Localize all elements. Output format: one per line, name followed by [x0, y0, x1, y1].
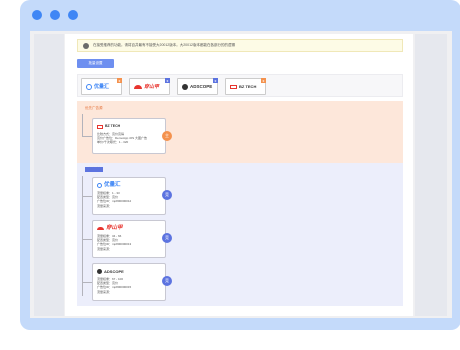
node-name: BZ TECH: [105, 124, 121, 128]
maximize-dot-icon[interactable]: [68, 10, 78, 20]
platform-card-bztech[interactable]: BZ TECH 0: [225, 78, 266, 95]
tree-connector: [82, 282, 92, 283]
platform-card-chuanshanjia[interactable]: 穿山甲 0: [129, 78, 170, 95]
youlianghui-logo-icon: [97, 183, 102, 188]
info-icon: [83, 42, 89, 49]
node-detail: 流量来源：: [97, 203, 113, 208]
platform-card-adscope[interactable]: ADSCOPE 0: [177, 78, 218, 95]
tree-connector: [82, 136, 92, 137]
bidding-status-badge[interactable]: 竞: [162, 233, 172, 243]
node-name: ADSCOPE: [104, 269, 124, 274]
node-detail: 单价/千次曝光：1 - 320: [97, 140, 129, 145]
node-name: 穿山甲: [106, 225, 123, 231]
right-gutter: [415, 34, 447, 316]
ad-source-node[interactable]: 优量汇 流量权重：1 - 33 配置类型：竞价 广告位ID：mp80000001…: [92, 177, 166, 215]
platform-name: BZ TECH: [239, 84, 257, 89]
platform-name: 穿山甲: [144, 84, 160, 90]
ad-source-node[interactable]: 穿山甲 流量权重：34 - 66 配置类型：竞价 广告位ID：mp8000000…: [92, 220, 166, 258]
primary-ad-node[interactable]: BZ TECH 比较方式：竞价竞得 竞价广告位：DemoApp iOS 大图广告…: [92, 118, 166, 154]
chuanshanjia-logo-icon: [134, 84, 142, 89]
platform-badge: 0: [165, 78, 170, 83]
bidding-status-badge[interactable]: 竞: [162, 276, 172, 286]
adscope-logo-icon: [97, 269, 102, 274]
batch-set-button[interactable]: 批量设置: [77, 59, 114, 68]
node-detail: 流量来源：: [97, 289, 113, 294]
left-gutter: [34, 34, 64, 316]
tree-connector: [82, 176, 83, 296]
regular-section-title: 常规广告源: [85, 167, 103, 172]
close-dot-icon[interactable]: [32, 10, 42, 20]
platform-card-youlianghui[interactable]: 优量汇 0: [81, 78, 122, 95]
primary-status-badge[interactable]: 主: [162, 131, 172, 141]
node-name: 优量汇: [104, 182, 121, 188]
tree-connector: [82, 239, 92, 240]
tree-connector: [82, 196, 92, 197]
platform-badge: 0: [213, 78, 218, 83]
platform-badge: 0: [261, 78, 266, 83]
platform-name: ADSCOPE: [190, 84, 213, 89]
notice-text: 在接受推荐的功能。请将百井最有不接受大20012版本。大20012版本都能在各部…: [93, 43, 235, 47]
window-controls: [32, 10, 78, 20]
platform-name: 优量汇: [94, 84, 110, 90]
bztech-logo-icon: [97, 124, 103, 129]
ad-source-node[interactable]: ADSCOPE 流量权重：67 - 100 配置类型：竞价 广告位ID：mp80…: [92, 263, 166, 301]
bidding-status-badge[interactable]: 竞: [162, 190, 172, 200]
tree-connector: [82, 114, 83, 137]
adscope-logo-icon: [182, 83, 188, 90]
chuanshanjia-logo-icon: [97, 226, 104, 231]
info-notice: 在接受推荐的功能。请将百井最有不接受大20012版本。大20012版本都能在各部…: [77, 39, 403, 52]
platform-badge: 0: [117, 78, 122, 83]
node-detail: 流量来源：: [97, 246, 113, 251]
minimize-dot-icon[interactable]: [50, 10, 60, 20]
youlianghui-logo-icon: [86, 83, 92, 90]
bztech-logo-icon: [230, 84, 237, 89]
primary-section-title: 优先广告源: [85, 106, 103, 110]
